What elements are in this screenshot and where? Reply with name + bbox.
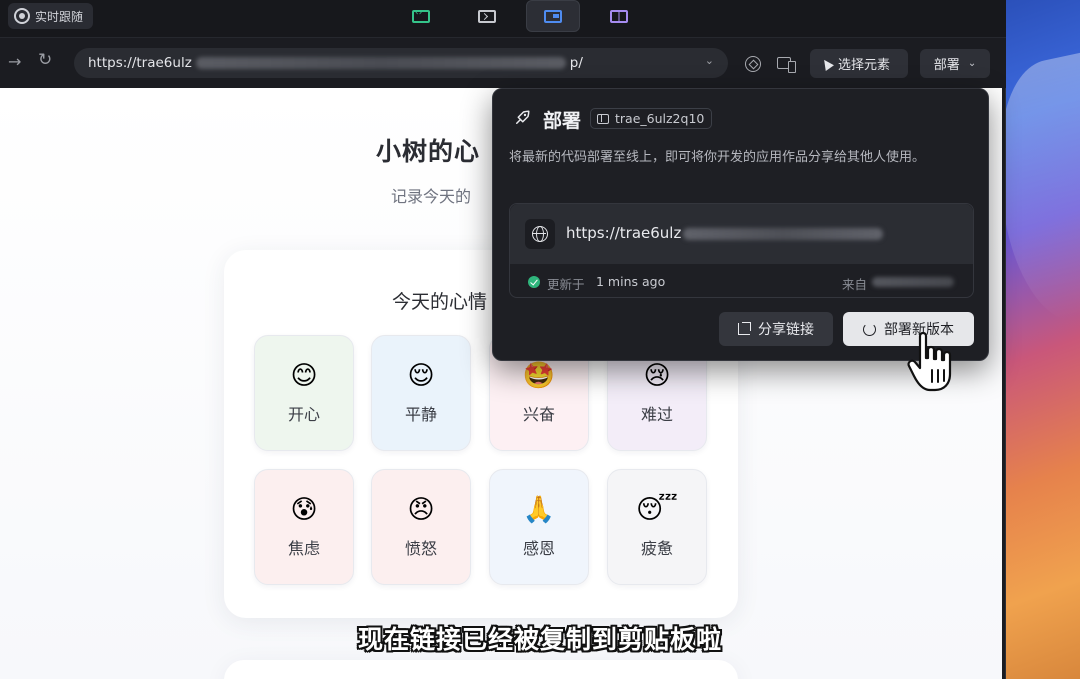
tab-code[interactable] [394,0,448,32]
mood-label: 开心 [287,405,320,424]
mood-emoji: 😌 [407,361,435,391]
terminal-icon [478,9,496,23]
deploy-description: 将最新的代码部署至线上，即可将你开发的应用作品分享给其他人使用。 [509,150,926,165]
url-suffix: p/ [569,55,583,71]
address-bar[interactable]: https://trae6ulz p/ ⌄ [74,48,728,78]
code-icon [412,8,430,23]
deploy-url-text: https://trae6ulz [566,224,682,242]
deploy-url-link[interactable]: https://trae6ulz [566,224,884,242]
mood-heading: 今天的心情 [392,291,488,313]
tab-web-preview[interactable] [526,0,580,32]
compass-icon[interactable] [745,56,761,72]
browser-toolbar: → ↻ https://trae6ulz p/ ⌄ 选择元素 部署 ⌄ [0,38,1006,88]
mood-label: 难过 [640,405,673,424]
mood-option[interactable]: 😴 疲惫 [607,469,707,585]
top-tab-bar: 实时跟随 [0,0,1006,38]
deploy-url-redacted-blur [683,227,884,240]
mood-label: 兴奋 [522,405,555,424]
deploy-popover: 部署 trae_6ulz2q10 将最新的代码部署至线上，即可将你开发的应用作品… [492,88,989,361]
tab-document[interactable] [592,0,646,32]
mood-label: 愤怒 [404,539,437,558]
mood-emoji: 🙏 [522,495,556,525]
select-element-label: 选择元素 [838,58,891,73]
mood-option[interactable]: 😰 焦虑 [254,469,354,585]
project-name: trae_6ulz2q10 [615,111,705,126]
updated-time: 1 mins ago [596,274,666,289]
url-prefix: https://trae6ulz [88,55,192,71]
project-icon [597,113,609,124]
select-element-button[interactable]: 选择元素 [810,49,908,78]
reload-icon[interactable]: ↻ [38,50,52,70]
share-link-button[interactable]: 分享链接 [719,312,833,346]
deploy-dropdown-button[interactable]: 部署 ⌄ [920,49,990,78]
live-follow-button[interactable]: 实时跟随 [8,3,94,29]
next-card [224,660,738,679]
mood-emoji: 😴 [636,495,678,525]
chevron-down-icon: ⌄ [967,58,977,69]
project-badge: trae_6ulz2q10 [590,108,713,129]
share-link-label: 分享链接 [758,322,814,338]
mood-option[interactable]: 😠 愤怒 [371,469,471,585]
check-circle-icon [528,276,540,288]
mood-emoji: 😢 [643,361,671,391]
live-follow-label: 实时跟随 [35,9,84,24]
video-subtitle: 现在链接已经被复制到剪贴板啦 [357,625,722,654]
web-preview-icon [544,9,562,23]
chevron-down-icon[interactable]: ⌄ [705,54,714,67]
globe-icon [532,226,548,242]
mood-emoji: 😠 [407,495,435,525]
deploy-url-box: https://trae6ulz 更新于 1 mins ago 来自 [509,203,974,298]
site-title: 小树的心 [376,137,481,166]
mood-emoji: 🤩 [522,361,556,391]
deploy-url-row[interactable]: https://trae6ulz [510,204,973,264]
mood-option[interactable]: 🙏 感恩 [489,469,589,585]
mood-option[interactable]: 😌 平静 [371,335,471,451]
mood-label: 焦虑 [287,539,320,558]
popover-title: 部署 [543,110,582,132]
ide-window: 实时跟随 → ↻ https://trae6ulz p/ ⌄ 选择元素 [0,0,1006,679]
mood-option[interactable]: 😊 开心 [254,335,354,451]
document-icon [610,9,628,23]
live-follow-icon [14,8,30,24]
devices-icon[interactable] [777,57,796,73]
share-icon [738,322,751,335]
tab-terminal[interactable] [460,0,514,32]
mood-emoji: 😊 [290,361,318,391]
cursor-select-icon [820,58,832,70]
rocket-icon [516,110,530,124]
deploy-label: 部署 [933,58,960,73]
refresh-icon [863,322,876,336]
from-label: 来自 [842,277,868,292]
forward-arrow-icon[interactable]: → [8,52,21,71]
mood-label: 感恩 [522,539,555,558]
mood-label: 疲惫 [640,539,673,558]
from-redacted-blur [872,277,954,287]
mood-emoji: 😰 [290,495,318,525]
site-subtitle: 记录今天的 [391,187,472,206]
hand-pointer-cursor-icon [907,331,952,392]
deploy-meta-row: 更新于 1 mins ago 来自 [510,264,973,298]
url-redacted-blur [195,57,566,69]
updated-label: 更新于 [547,277,585,292]
globe-icon-box [525,219,555,249]
mood-label: 平静 [404,405,437,424]
